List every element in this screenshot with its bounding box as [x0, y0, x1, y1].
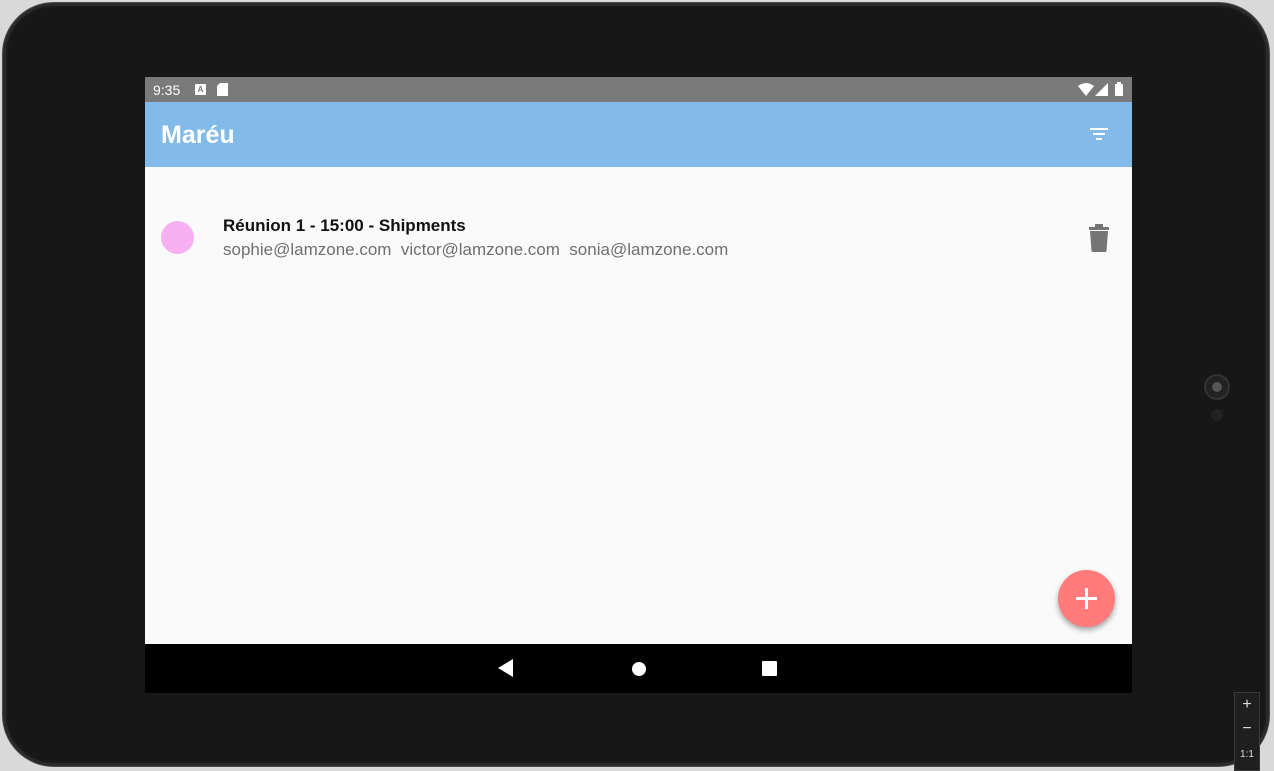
home-icon[interactable]: [631, 661, 647, 682]
plus-icon: [1076, 588, 1097, 609]
battery-icon: [1115, 82, 1123, 101]
app-title: Maréu: [161, 121, 235, 149]
meeting-list-item[interactable]: Réunion 1 - 15:00 - Shipments sophie@lam…: [145, 207, 1132, 267]
a-notification-icon: A: [195, 84, 206, 95]
add-meeting-button[interactable]: [1058, 570, 1115, 627]
status-bar: 9:35 A: [145, 77, 1132, 102]
system-nav-bar: [145, 644, 1132, 693]
signal-icon: [1095, 83, 1108, 101]
back-icon[interactable]: [498, 659, 514, 682]
app-bar: Maréu: [145, 102, 1132, 167]
zoom-in-button[interactable]: +: [1235, 693, 1259, 717]
filter-icon[interactable]: [1089, 126, 1109, 147]
emulator-zoom-controls: + − 1:1: [1234, 692, 1260, 771]
meeting-participants: sophie@lamzone.com victor@lamzone.com so…: [223, 240, 729, 259]
app-screen: 9:35 A Maréu Réunion 1 - 15:00 - Shipmen…: [145, 77, 1132, 693]
sensor-dot: [1211, 409, 1223, 421]
delete-icon[interactable]: [1087, 224, 1111, 257]
meeting-color-dot: [161, 221, 194, 254]
sd-card-icon: [217, 83, 228, 101]
zoom-out-button[interactable]: −: [1235, 717, 1259, 741]
recents-icon[interactable]: [762, 661, 777, 681]
camera-icon: [1204, 374, 1230, 400]
status-time: 9:35: [153, 82, 181, 98]
zoom-ratio-button[interactable]: 1:1: [1235, 741, 1259, 769]
meeting-title: Réunion 1 - 15:00 - Shipments: [223, 216, 466, 235]
wifi-icon: [1078, 83, 1094, 101]
